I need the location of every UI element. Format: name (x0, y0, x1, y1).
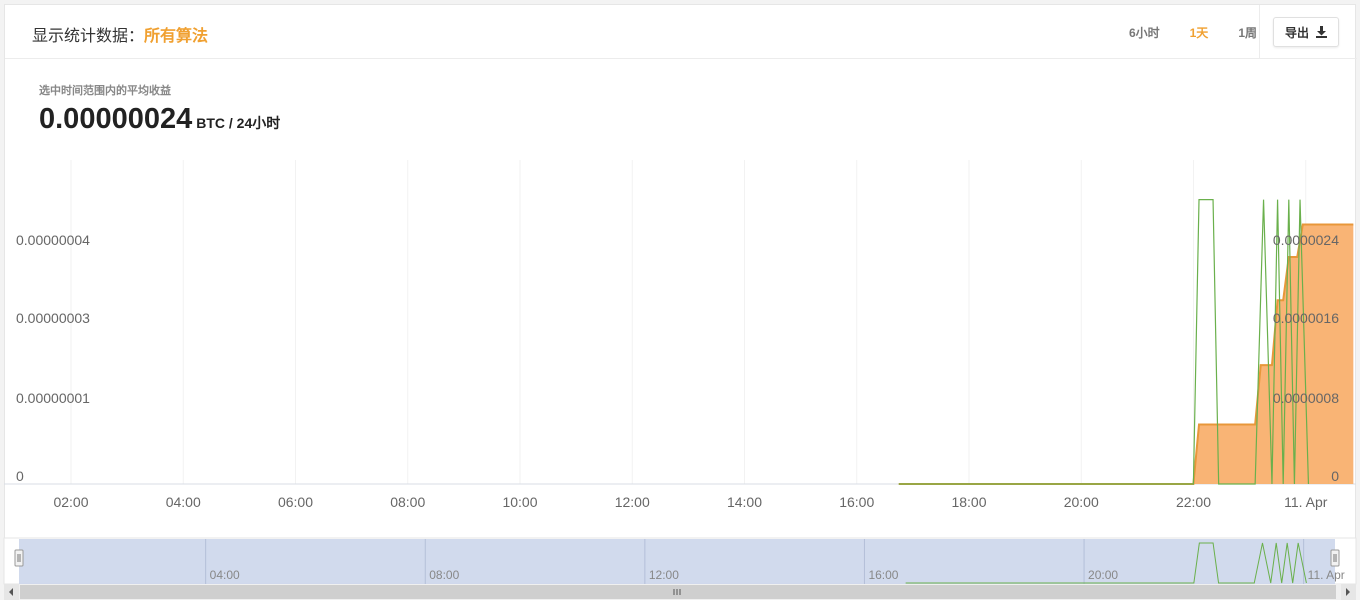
x-tick-label: 04:00 (166, 494, 201, 510)
y-right-tick-label: 0.0000016 (1273, 310, 1339, 326)
x-tick-label: 10:00 (502, 494, 537, 510)
x-tick-label: 16:00 (839, 494, 874, 510)
navigator-left-handle[interactable] (14, 549, 24, 567)
x-tick-label: 22:00 (1176, 494, 1211, 510)
x-tick-label: 08:00 (390, 494, 425, 510)
x-tick-label: 06:00 (278, 494, 313, 510)
income-chart: 02:00 04:00 06:00 08:00 10:00 12:00 14:00 16:00… (3, 160, 1357, 600)
navigator-tick-label: 20:00 (1088, 568, 1118, 582)
y-left-tick-label: 0.00000003 (16, 310, 90, 326)
y-left-tick-label: 0 (16, 468, 24, 484)
navigator-tick-label: 11. Apr (1308, 568, 1345, 582)
x-tick-label: 02:00 (53, 494, 88, 510)
scrollbar-thumb[interactable] (20, 585, 1336, 599)
navigator-tick-label: 12:00 (649, 568, 679, 582)
x-tick-label: 14:00 (727, 494, 762, 510)
x-tick-label: 18:00 (951, 494, 986, 510)
x-tick-label: 20:00 (1064, 494, 1099, 510)
navigator-tick-label: 08:00 (429, 568, 459, 582)
navigator-tick-label: 16:00 (868, 568, 898, 582)
navigator-tick-label: 04:00 (210, 568, 240, 582)
y-right-tick-label: 0 (1331, 468, 1339, 484)
x-tick-label: 11. Apr (1284, 494, 1328, 510)
y-right-tick-label: 0.0000024 (1273, 232, 1339, 248)
navigator-right-handle[interactable] (1330, 549, 1340, 567)
y-right-tick-label: 0.0000008 (1273, 390, 1339, 406)
x-tick-label: 12:00 (615, 494, 650, 510)
y-left-tick-label: 0.00000004 (16, 232, 90, 248)
y-left-tick-label: 0.00000001 (16, 390, 90, 406)
